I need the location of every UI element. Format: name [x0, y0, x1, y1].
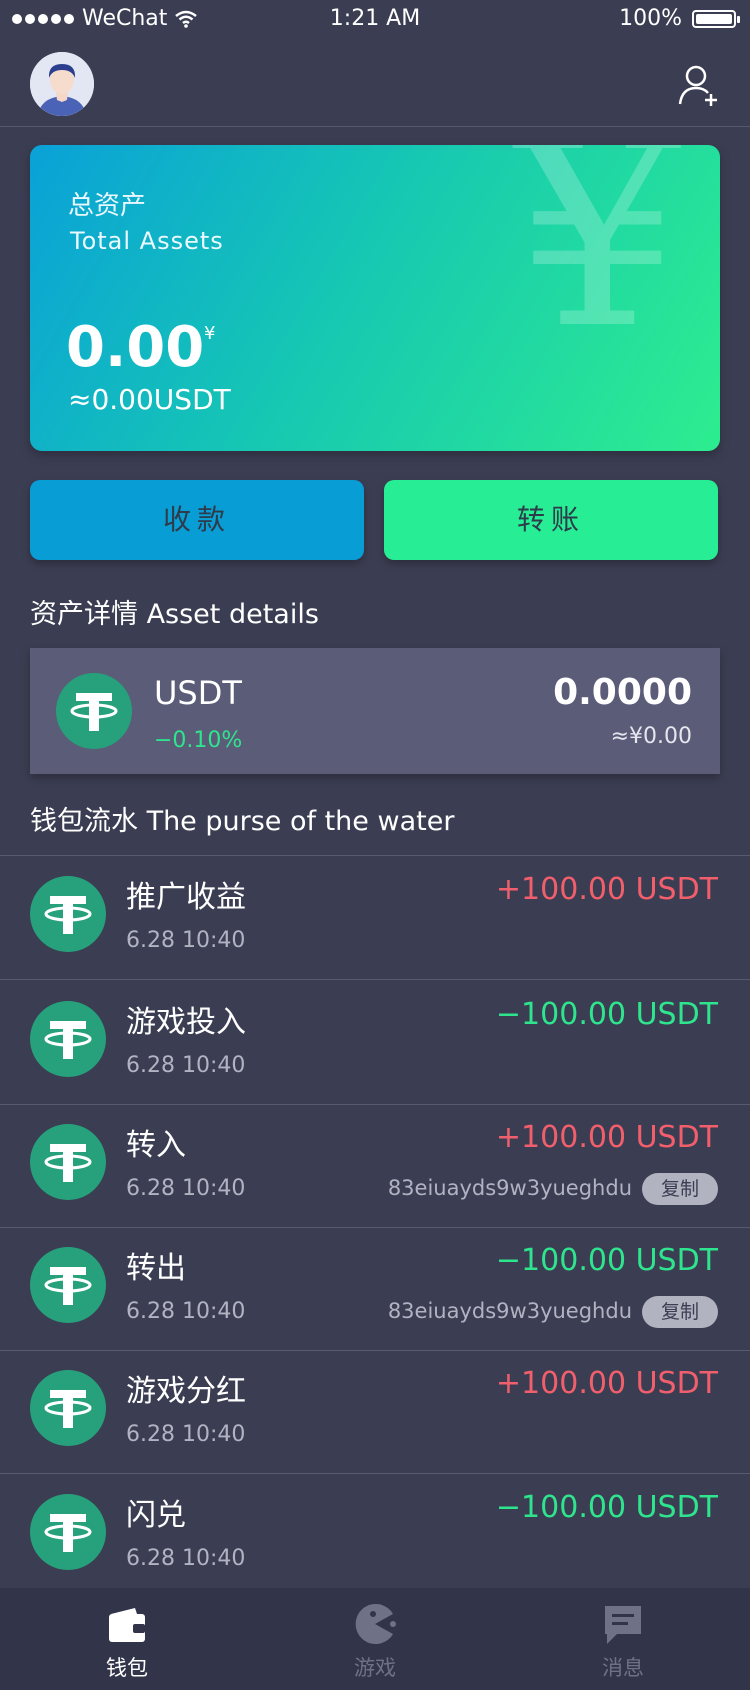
- game-icon: [355, 1604, 396, 1644]
- battery-icon: [692, 9, 740, 28]
- transaction-label: 转出: [126, 1251, 186, 1286]
- transaction-amount: −100.00 USDT: [495, 1243, 718, 1278]
- transfer-button[interactable]: 转账: [384, 480, 718, 560]
- transaction-label: 闪兑: [126, 1498, 186, 1533]
- add-user-icon: [678, 65, 717, 106]
- tether-icon: [30, 1370, 106, 1446]
- total-assets-card: ¥ 总资产 Total Assets 0.00 ¥ ≈0.00USDT: [30, 145, 720, 451]
- asset-row-usdt[interactable]: USDT −0.10% 0.0000 ≈¥0.00: [30, 648, 720, 774]
- status-bar: WeChat 1:21 AM 100%: [0, 0, 750, 42]
- transaction-time: 6.28 10:40: [126, 1053, 246, 1078]
- transaction-row[interactable]: 闪兑 6.28 10:40 −100.00 USDT: [0, 1474, 750, 1597]
- transaction-address: 83eiuayds9w3yueghdu: [387, 1299, 632, 1323]
- transaction-amount: +100.00 USDT: [495, 1366, 718, 1401]
- transaction-amount: −100.00 USDT: [495, 997, 718, 1032]
- transaction-time: 6.28 10:40: [126, 1299, 246, 1324]
- card-title-en: Total Assets: [70, 227, 224, 255]
- transaction-row[interactable]: 推广收益 6.28 10:40 +100.00 USDT: [0, 856, 750, 979]
- transaction-time: 6.28 10:40: [126, 1546, 246, 1571]
- transaction-label: 转入: [126, 1128, 186, 1163]
- asset-balance-cny: ≈¥0.00: [610, 724, 692, 749]
- tether-icon: [30, 876, 106, 952]
- transaction-row[interactable]: 游戏投入 6.28 10:40 −100.00 USDT: [0, 981, 750, 1104]
- asset-details-title: 资产详情 Asset details: [30, 599, 319, 630]
- transaction-time: 6.28 10:40: [126, 1422, 246, 1447]
- transaction-label: 游戏投入: [126, 1005, 246, 1040]
- card-title-cn: 总资产: [68, 191, 147, 221]
- divider: [0, 979, 750, 980]
- transaction-amount: +100.00 USDT: [495, 872, 718, 907]
- transaction-time: 6.28 10:40: [126, 928, 246, 953]
- header-divider: [0, 126, 750, 127]
- asset-change: −0.10%: [154, 728, 243, 753]
- transaction-label: 推广收益: [126, 880, 246, 915]
- battery-percent: 100%: [619, 6, 682, 31]
- avatar[interactable]: [30, 52, 94, 116]
- add-user-button[interactable]: [676, 62, 722, 108]
- tab-message-label: 消息: [602, 1656, 644, 1680]
- tether-icon: [30, 1247, 106, 1323]
- receive-button[interactable]: 收款: [30, 480, 364, 560]
- asset-balance: 0.0000: [553, 672, 692, 713]
- tether-icon: [30, 1124, 106, 1200]
- tether-icon: [30, 1494, 106, 1570]
- transaction-amount: −100.00 USDT: [495, 1490, 718, 1525]
- yen-watermark: ¥: [514, 145, 680, 386]
- transaction-time: 6.28 10:40: [126, 1176, 246, 1201]
- usdt-equivalent: ≈0.00USDT: [68, 383, 231, 416]
- currency-symbol: ¥: [204, 323, 216, 344]
- tab-wallet-label: 钱包: [106, 1656, 148, 1680]
- transaction-row[interactable]: 游戏分红 6.28 10:40 +100.00 USDT: [0, 1350, 750, 1473]
- tab-bar: 钱包 游戏 消息: [0, 1588, 750, 1690]
- tab-game-label: 游戏: [354, 1656, 396, 1680]
- wallet-flow-title: 钱包流水 The purse of the water: [30, 806, 455, 837]
- transaction-row[interactable]: 转入 6.28 10:40 +100.00 USDT 83eiuayds9w3y…: [0, 1104, 750, 1227]
- copy-button[interactable]: 复制: [642, 1296, 718, 1328]
- transaction-amount: +100.00 USDT: [495, 1120, 718, 1155]
- asset-name: USDT: [154, 674, 242, 712]
- tether-icon: [56, 673, 132, 749]
- wallet-icon: [109, 1608, 145, 1642]
- transaction-row[interactable]: 转出 6.28 10:40 −100.00 USDT 83eiuayds9w3y…: [0, 1227, 750, 1350]
- tab-wallet[interactable]: 钱包: [2, 1588, 252, 1690]
- message-icon: [605, 1606, 641, 1644]
- total-amount: 0.00: [66, 315, 205, 380]
- copy-button[interactable]: 复制: [642, 1173, 718, 1205]
- tab-message[interactable]: 消息: [498, 1588, 748, 1690]
- tab-game[interactable]: 游戏: [250, 1588, 500, 1690]
- transaction-label: 游戏分红: [126, 1374, 246, 1409]
- transaction-address: 83eiuayds9w3yueghdu: [387, 1176, 632, 1200]
- tether-icon: [30, 1001, 106, 1077]
- avatar-icon: [30, 52, 94, 116]
